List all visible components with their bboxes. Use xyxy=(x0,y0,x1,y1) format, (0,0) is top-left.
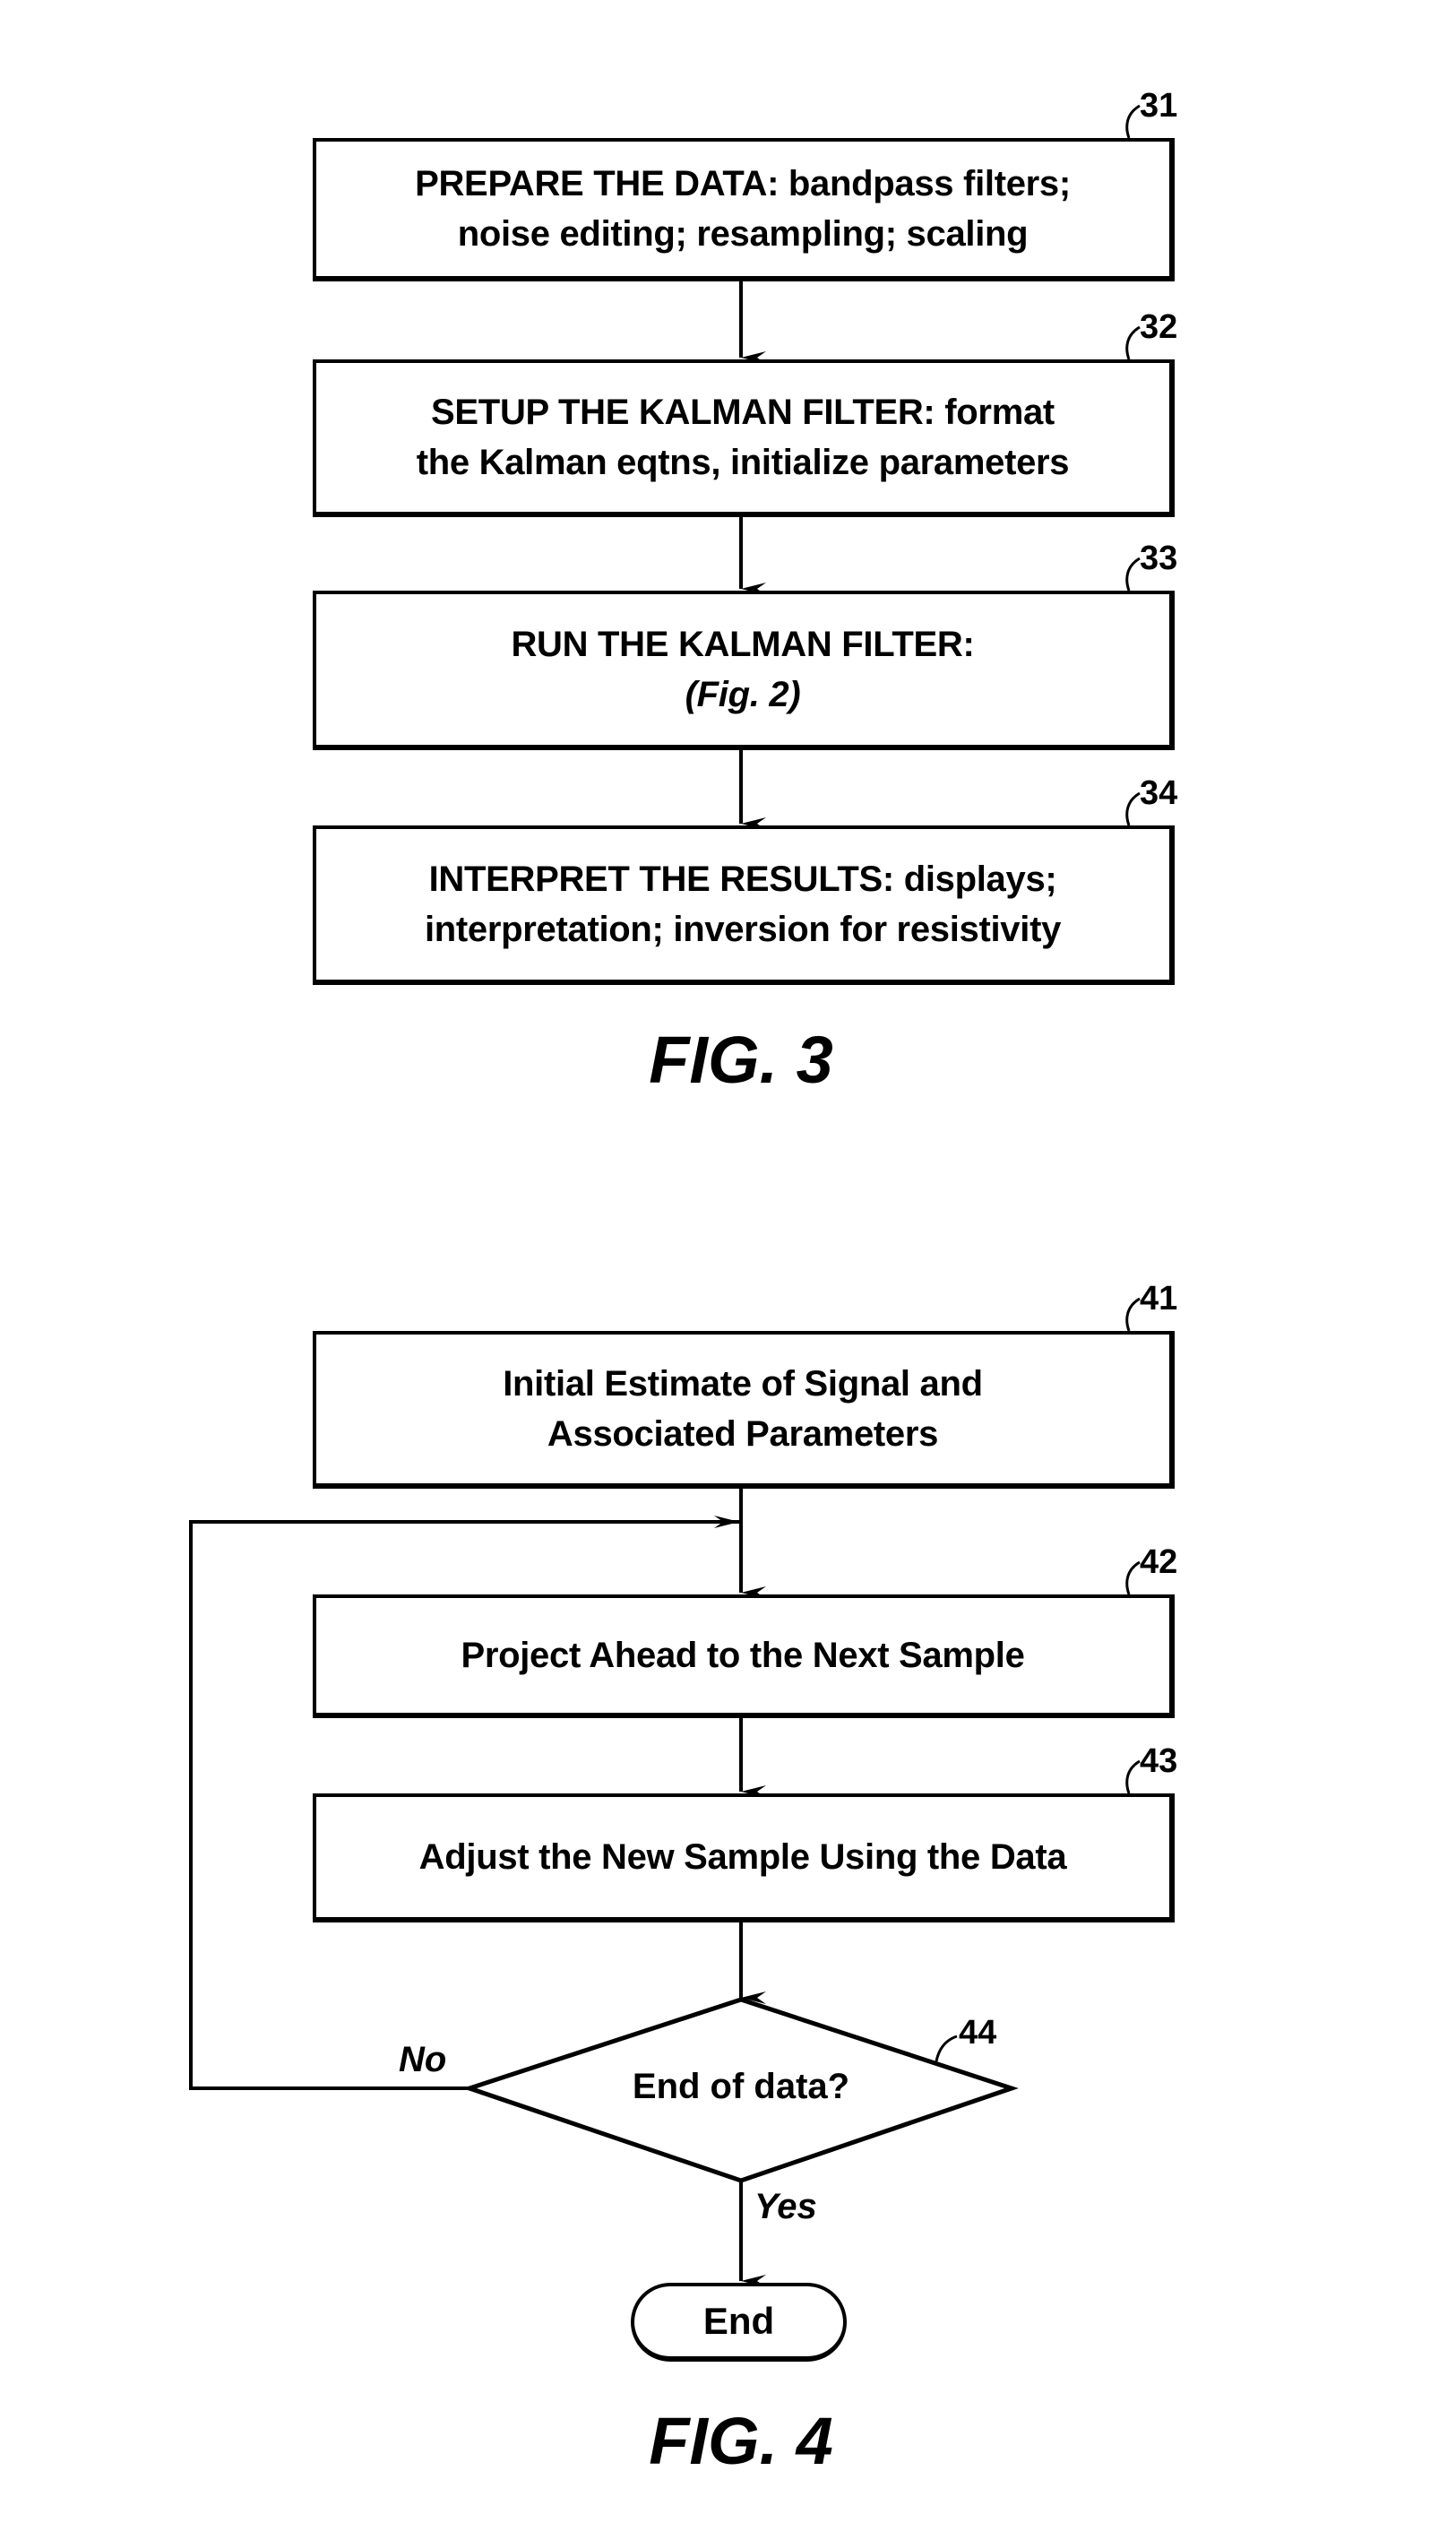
figure-caption-fig3: FIG. 3 xyxy=(649,1023,833,1097)
step-text-line: INTERPRET THE RESULTS: displays; xyxy=(428,860,1057,899)
step-33-run-kalman: RUN THE KALMAN FILTER: (Fig. 2) xyxy=(313,591,1175,750)
step-43-adjust-sample: Adjust the New Sample Using the Data xyxy=(313,1793,1175,1922)
leader-31 xyxy=(1125,104,1141,139)
step-32-setup-kalman: SETUP THE KALMAN FILTER: format the Kalm… xyxy=(313,359,1175,517)
end-terminal: End xyxy=(631,2283,847,2362)
step-text-line: interpretation; inversion for resistivit… xyxy=(424,910,1062,949)
no-branch-label: No xyxy=(399,2040,447,2079)
step-text-line: Adjust the New Sample Using the Data xyxy=(418,1837,1067,1877)
step-text-line: Associated Parameters xyxy=(547,1414,939,1454)
decision-text: End of data? xyxy=(632,2067,850,2106)
ref-number-33: 33 xyxy=(1140,540,1178,577)
step-34-interpret-results: INTERPRET THE RESULTS: displays; interpr… xyxy=(313,825,1175,985)
ref-number-44: 44 xyxy=(959,2014,997,2052)
figure-caption-fig4: FIG. 4 xyxy=(649,2404,833,2478)
leader-43 xyxy=(1125,1759,1141,1794)
leader-42 xyxy=(1125,1560,1141,1595)
step-text-line: noise editing; resampling; scaling xyxy=(457,214,1029,254)
leader-32 xyxy=(1125,325,1141,360)
step-41-initial-estimate: Initial Estimate of Signal and Associate… xyxy=(313,1331,1175,1489)
ref-number-31: 31 xyxy=(1140,87,1178,125)
ref-number-42: 42 xyxy=(1140,1543,1178,1581)
step-text-line: SETUP THE KALMAN FILTER: format xyxy=(431,393,1055,432)
step-42-project-ahead: Project Ahead to the Next Sample xyxy=(313,1594,1175,1718)
end-terminal-text: End xyxy=(702,2300,775,2342)
step-text-line: RUN THE KALMAN FILTER: xyxy=(511,625,975,664)
step-text-line: the Kalman eqtns, initialize parameters xyxy=(416,443,1070,482)
ref-number-43: 43 xyxy=(1140,1742,1178,1780)
ref-number-41: 41 xyxy=(1140,1280,1178,1318)
ref-number-34: 34 xyxy=(1140,774,1178,812)
ref-number-32: 32 xyxy=(1140,308,1178,346)
step-text-line: PREPARE THE DATA: bandpass filters; xyxy=(415,164,1071,203)
step-text-line: Initial Estimate of Signal and xyxy=(503,1364,983,1404)
step-31-prepare-data: PREPARE THE DATA: bandpass filters; nois… xyxy=(313,138,1175,281)
step-text-line: Project Ahead to the Next Sample xyxy=(461,1636,1025,1675)
leader-44 xyxy=(935,2035,958,2062)
leader-33 xyxy=(1125,557,1141,592)
leader-41 xyxy=(1125,1297,1141,1332)
leader-34 xyxy=(1125,791,1141,826)
fig-reference-text: (Fig. 2) xyxy=(685,675,801,714)
yes-branch-label: Yes xyxy=(754,2187,817,2226)
